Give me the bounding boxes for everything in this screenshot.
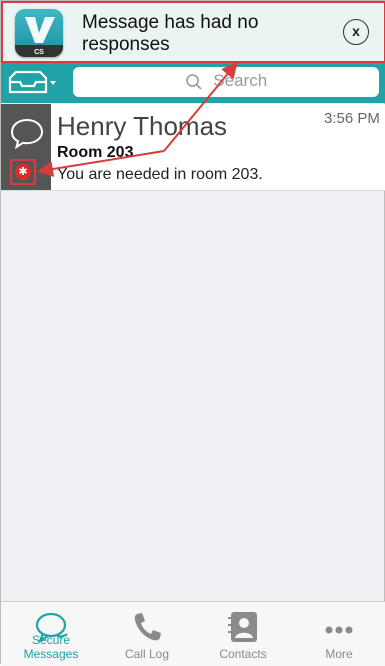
app-icon-label: CS — [34, 49, 44, 56]
more-dots-icon — [325, 626, 353, 634]
search-placeholder: Search — [213, 71, 268, 90]
app-screen: CS Message has had no responses x Search — [0, 0, 385, 666]
inbox-tray-dropdown[interactable] — [6, 68, 58, 98]
address-book-icon — [228, 612, 257, 642]
message-subject: Room 203 — [57, 144, 134, 161]
close-notification-button[interactable]: x — [343, 19, 369, 45]
inbox-tray-icon — [8, 70, 56, 94]
top-bar: Search — [1, 63, 385, 103]
chat-bubble-icon — [10, 118, 44, 149]
tab-label: Secure Messages — [23, 633, 79, 661]
phone-icon — [134, 613, 161, 641]
tab-label: Call Log — [124, 647, 170, 661]
tab-more[interactable]: More — [291, 602, 385, 666]
urgent-indicator: ✱ — [10, 159, 36, 185]
message-preview: You are needed in room 203. — [57, 166, 263, 183]
tab-contacts[interactable]: Contacts — [195, 602, 291, 666]
message-time: 3:56 PM — [324, 110, 380, 127]
tab-secure-messages[interactable]: Secure Messages — [3, 602, 99, 666]
message-list-item[interactable]: ✱ Henry Thomas 3:56 PM Room 203 You are … — [1, 104, 385, 191]
search-field[interactable]: Search — [73, 67, 379, 97]
tab-label: Contacts — [219, 647, 267, 661]
notification-message: Message has had no responses — [82, 12, 259, 55]
message-sender: Henry Thomas — [57, 111, 228, 141]
search-icon — [186, 73, 202, 90]
message-side-panel: ✱ — [1, 104, 51, 190]
urgent-star-icon: ✱ — [15, 164, 31, 180]
tab-bar: Secure Messages Call Log Contacts More — [1, 601, 385, 666]
tab-label: More — [325, 647, 353, 661]
tab-call-log[interactable]: Call Log — [99, 602, 195, 666]
notification-banner[interactable]: CS Message has had no responses x — [1, 1, 385, 63]
app-icon: CS — [15, 9, 63, 57]
